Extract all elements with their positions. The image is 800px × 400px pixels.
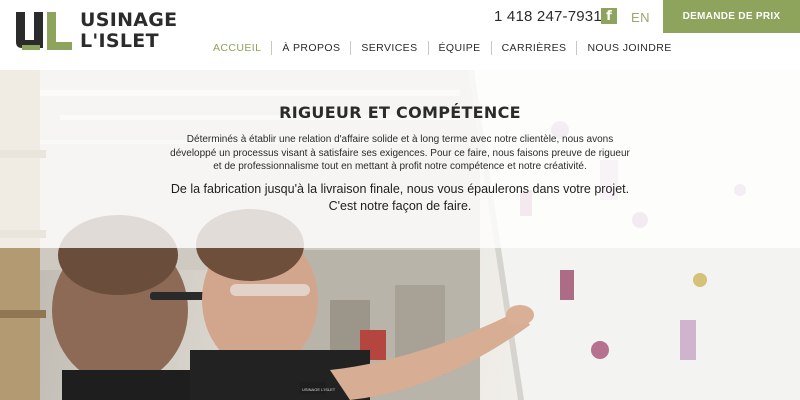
hero-lead-line1: De la fabrication jusqu'à la livraison f… (170, 182, 630, 196)
quote-request-button[interactable]: DEMANDE DE PRIX (663, 0, 800, 33)
nav-item-equipe[interactable]: ÉQUIPE (427, 41, 491, 55)
site-header: USINAGE L'ISLET 1 418 247-7931 f EN DEMA… (0, 0, 800, 70)
shirt-logo: USINAGE L'ISLET (302, 387, 336, 392)
nav-item-accueil[interactable]: ACCUEIL (203, 41, 271, 55)
logo-mark-icon (16, 12, 72, 50)
hero-paragraph: Déterminés à établir une relation d'affa… (170, 134, 630, 172)
brand-name: USINAGE L'ISLET (80, 10, 177, 52)
language-switch[interactable]: EN (631, 10, 650, 25)
phone-number[interactable]: 1 418 247-7931 (494, 8, 602, 25)
nav-item-services[interactable]: SERVICES (350, 41, 427, 55)
hero-section: USINAGE L'ISLET RIGUEUR ET COMPÉTENCE Dé… (0, 70, 800, 400)
facebook-icon[interactable]: f (601, 8, 617, 24)
hero-lead: De la fabrication jusqu'à la livraison f… (170, 181, 630, 215)
main-nav: ACCUEIL À PROPOS SERVICES ÉQUIPE CARRIÈR… (203, 41, 682, 55)
brand-name-line2: L'ISLET (80, 30, 159, 52)
brand-logo[interactable]: USINAGE L'ISLET (14, 10, 190, 54)
brand-name-line1: USINAGE (80, 9, 178, 31)
nav-item-a-propos[interactable]: À PROPOS (271, 41, 350, 55)
hero-title: RIGUEUR ET COMPÉTENCE (279, 103, 521, 122)
nav-item-nous-joindre[interactable]: NOUS JOINDRE (576, 41, 681, 55)
nav-item-carrieres[interactable]: CARRIÈRES (490, 41, 577, 55)
hero-lead-line2: C'est notre façon de faire. (328, 199, 472, 213)
